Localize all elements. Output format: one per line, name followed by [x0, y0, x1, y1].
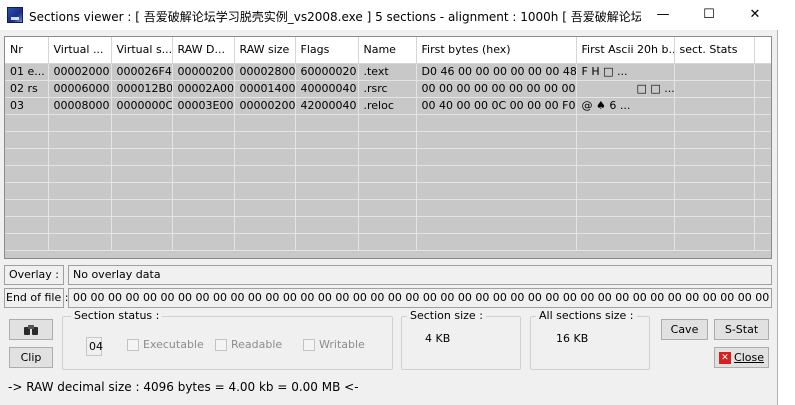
section-size-title: Section size :	[407, 309, 486, 322]
cell-nr: 02 rs	[5, 80, 49, 98]
cell-nr: 01 e...	[5, 63, 49, 81]
all-sections-size-group: All sections size :	[530, 309, 650, 370]
cell-name: .reloc	[358, 97, 417, 115]
empty-row	[5, 199, 771, 217]
cell-flags: 40000040	[295, 80, 359, 98]
column-header-raw-size[interactable]: RAW size	[234, 37, 296, 64]
section-number-field[interactable]: 04	[86, 337, 103, 356]
eof-value: 00 00 00 00 00 00 00 00 00 00 00 00 00 0…	[68, 288, 772, 308]
status-bar: -> RAW decimal size : 4096 bytes = 4.00 …	[8, 380, 359, 394]
cell-virtual-offset: 00002000	[48, 63, 112, 81]
s-stat-button[interactable]: S-Stat	[714, 319, 769, 340]
cell-spacer	[754, 80, 771, 98]
writable-label: Writable	[319, 338, 365, 351]
column-header-sect-stats[interactable]: sect. Stats	[674, 37, 755, 64]
column-header-raw-offset[interactable]: RAW D...	[172, 37, 235, 64]
column-header-first-bytes[interactable]: First bytes (hex)	[416, 37, 577, 64]
cell-sect-stats	[674, 97, 755, 115]
all-sections-size-value: 16 KB	[556, 332, 589, 345]
section-status-title: Section status :	[71, 309, 163, 322]
writable-checkbox[interactable]: Writable	[303, 338, 365, 351]
all-sections-size-title: All sections size :	[536, 309, 637, 322]
empty-row	[5, 165, 771, 183]
column-header-virtual-offset[interactable]: Virtual ...	[48, 37, 112, 64]
overlay-value: No overlay data	[68, 265, 772, 285]
cell-first-ascii: □ □ ...	[576, 80, 675, 98]
close-window-button[interactable]: ✕	[732, 0, 778, 30]
cell-first-bytes: 00 00 00 00 00 00 00 00 00	[416, 80, 577, 98]
empty-row	[5, 131, 771, 149]
readable-checkbox[interactable]: Readable	[215, 338, 282, 351]
cell-raw-size: 00002800	[234, 63, 296, 81]
sections-table[interactable]: Nr Virtual ... Virtual s... RAW D... RAW…	[4, 36, 772, 259]
column-header-flags[interactable]: Flags	[295, 37, 359, 64]
column-header-first-ascii[interactable]: First Ascii 20h b...	[576, 37, 675, 64]
empty-row	[5, 148, 771, 166]
readable-label: Readable	[231, 338, 283, 351]
minimize-button[interactable]: —	[640, 0, 686, 30]
section-size-value: 4 KB	[425, 332, 451, 345]
writable-checkbox-box	[303, 338, 315, 351]
empty-row	[5, 233, 771, 251]
maximize-button[interactable]: ☐	[686, 0, 732, 30]
table-row[interactable]: 03 00008000 0000000C 00003E00 00000200 4…	[5, 97, 771, 115]
window-title: Sections viewer : [ 吾爱破解论坛学习脱壳实例_vs2008.…	[29, 10, 641, 24]
cell-name: .rsrc	[358, 80, 417, 98]
title-bar: Sections viewer : [ 吾爱破解论坛学习脱壳实例_vs2008.…	[0, 0, 778, 30]
executable-label: Executable	[143, 338, 204, 351]
cell-first-ascii: @ ♠ 6 ...	[576, 97, 675, 115]
cell-raw-size: 00000200	[234, 97, 296, 115]
close-button[interactable]: ✕ Close	[714, 347, 769, 368]
cell-first-ascii: F H □ ...	[576, 63, 675, 81]
column-header-name[interactable]: Name	[358, 37, 417, 64]
column-header-virtual-size[interactable]: Virtual s...	[111, 37, 173, 64]
empty-row	[5, 114, 771, 132]
executable-checkbox[interactable]: Executable	[127, 338, 204, 351]
eof-label: End of file :	[4, 288, 68, 308]
binoculars-button[interactable]	[9, 319, 53, 340]
empty-row	[5, 216, 771, 234]
cell-flags: 60000020	[295, 63, 359, 81]
readable-checkbox-box	[215, 338, 227, 351]
cell-sect-stats	[674, 80, 755, 98]
cell-spacer	[754, 97, 771, 115]
cell-virtual-size: 000012B0	[111, 80, 173, 98]
cell-raw-offset: 00003E00	[172, 97, 235, 115]
cell-name: .text	[358, 63, 417, 81]
cell-virtual-offset: 00006000	[48, 80, 112, 98]
cell-first-bytes: D0 46 00 00 00 00 00 00 48	[416, 63, 577, 81]
executable-checkbox-box	[127, 338, 139, 351]
app-icon	[7, 7, 23, 23]
close-x-icon: ✕	[719, 351, 732, 364]
cell-first-bytes: 00 40 00 00 0C 00 00 00 F0	[416, 97, 577, 115]
overlay-label: Overlay :	[4, 265, 64, 285]
column-header-spacer	[754, 37, 771, 64]
section-size-group: Section size :	[401, 309, 521, 370]
binoculars-icon	[24, 325, 38, 335]
table-header: Nr Virtual ... Virtual s... RAW D... RAW…	[5, 37, 771, 64]
column-header-nr[interactable]: Nr	[5, 37, 49, 64]
cell-sect-stats	[674, 63, 755, 81]
cell-raw-offset: 00002A00	[172, 80, 235, 98]
cell-spacer	[754, 63, 771, 81]
cell-nr: 03	[5, 97, 49, 115]
cell-virtual-offset: 00008000	[48, 97, 112, 115]
cell-virtual-size: 000026F4	[111, 63, 173, 81]
table-row[interactable]: 01 e... 00002000 000026F4 00000200 00002…	[5, 63, 771, 81]
cave-button[interactable]: Cave	[661, 319, 708, 340]
table-row[interactable]: 02 rs 00006000 000012B0 00002A00 0000140…	[5, 80, 771, 98]
cell-virtual-size: 0000000C	[111, 97, 173, 115]
sections-viewer-window: Sections viewer : [ 吾爱破解论坛学习脱壳实例_vs2008.…	[0, 0, 778, 405]
cell-flags: 42000040	[295, 97, 359, 115]
empty-row	[5, 182, 771, 200]
cell-raw-size: 00001400	[234, 80, 296, 98]
clip-button[interactable]: Clip	[9, 347, 53, 368]
close-button-label: Close	[734, 350, 764, 364]
cell-raw-offset: 00000200	[172, 63, 235, 81]
